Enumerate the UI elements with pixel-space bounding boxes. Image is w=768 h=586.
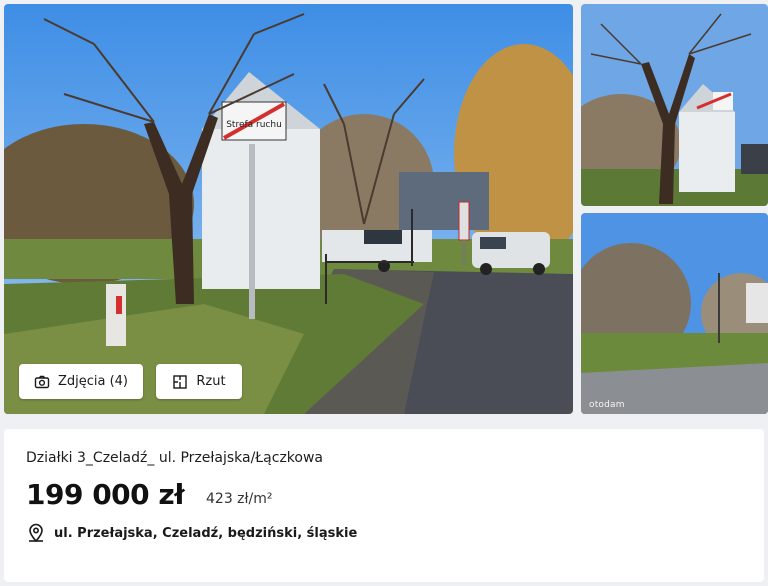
price: 199 000 zł [26, 478, 185, 511]
floor-plan-button[interactable]: Rzut [156, 364, 242, 399]
photos-button[interactable]: Zdjęcia (4) [19, 364, 143, 399]
listing-title: Działki 3_Czeladź_ ul. Przełajska/Łączko… [26, 450, 323, 466]
listing-info-card: Działki 3_Czeladź_ ul. Przełajska/Łączko… [4, 429, 764, 582]
price-per-square-meter: 423 zł/m² [206, 491, 273, 507]
photos-button-label: Zdjęcia (4) [57, 374, 129, 389]
floor-plan-button-label: Rzut [196, 374, 226, 389]
watermark: otodam [589, 400, 625, 410]
thumbnail-photo-2[interactable] [581, 4, 768, 206]
sign-text: Strefa ruchu [226, 120, 282, 130]
thumbnail-photo-3[interactable] [581, 213, 768, 414]
map-pin-icon [29, 523, 43, 543]
floor-plan-icon [173, 374, 188, 389]
camera-icon [34, 375, 50, 388]
address-link[interactable]: ul. Przełajska, Czeladź, będziński, śląs… [54, 526, 357, 541]
address-row[interactable]: ul. Przełajska, Czeladź, będziński, śląs… [26, 523, 357, 543]
main-photo[interactable]: Strefa ruchu [4, 4, 573, 414]
photo-gallery: Strefa ruchu Zdjęcia (4) Rzut otodam [0, 0, 768, 420]
